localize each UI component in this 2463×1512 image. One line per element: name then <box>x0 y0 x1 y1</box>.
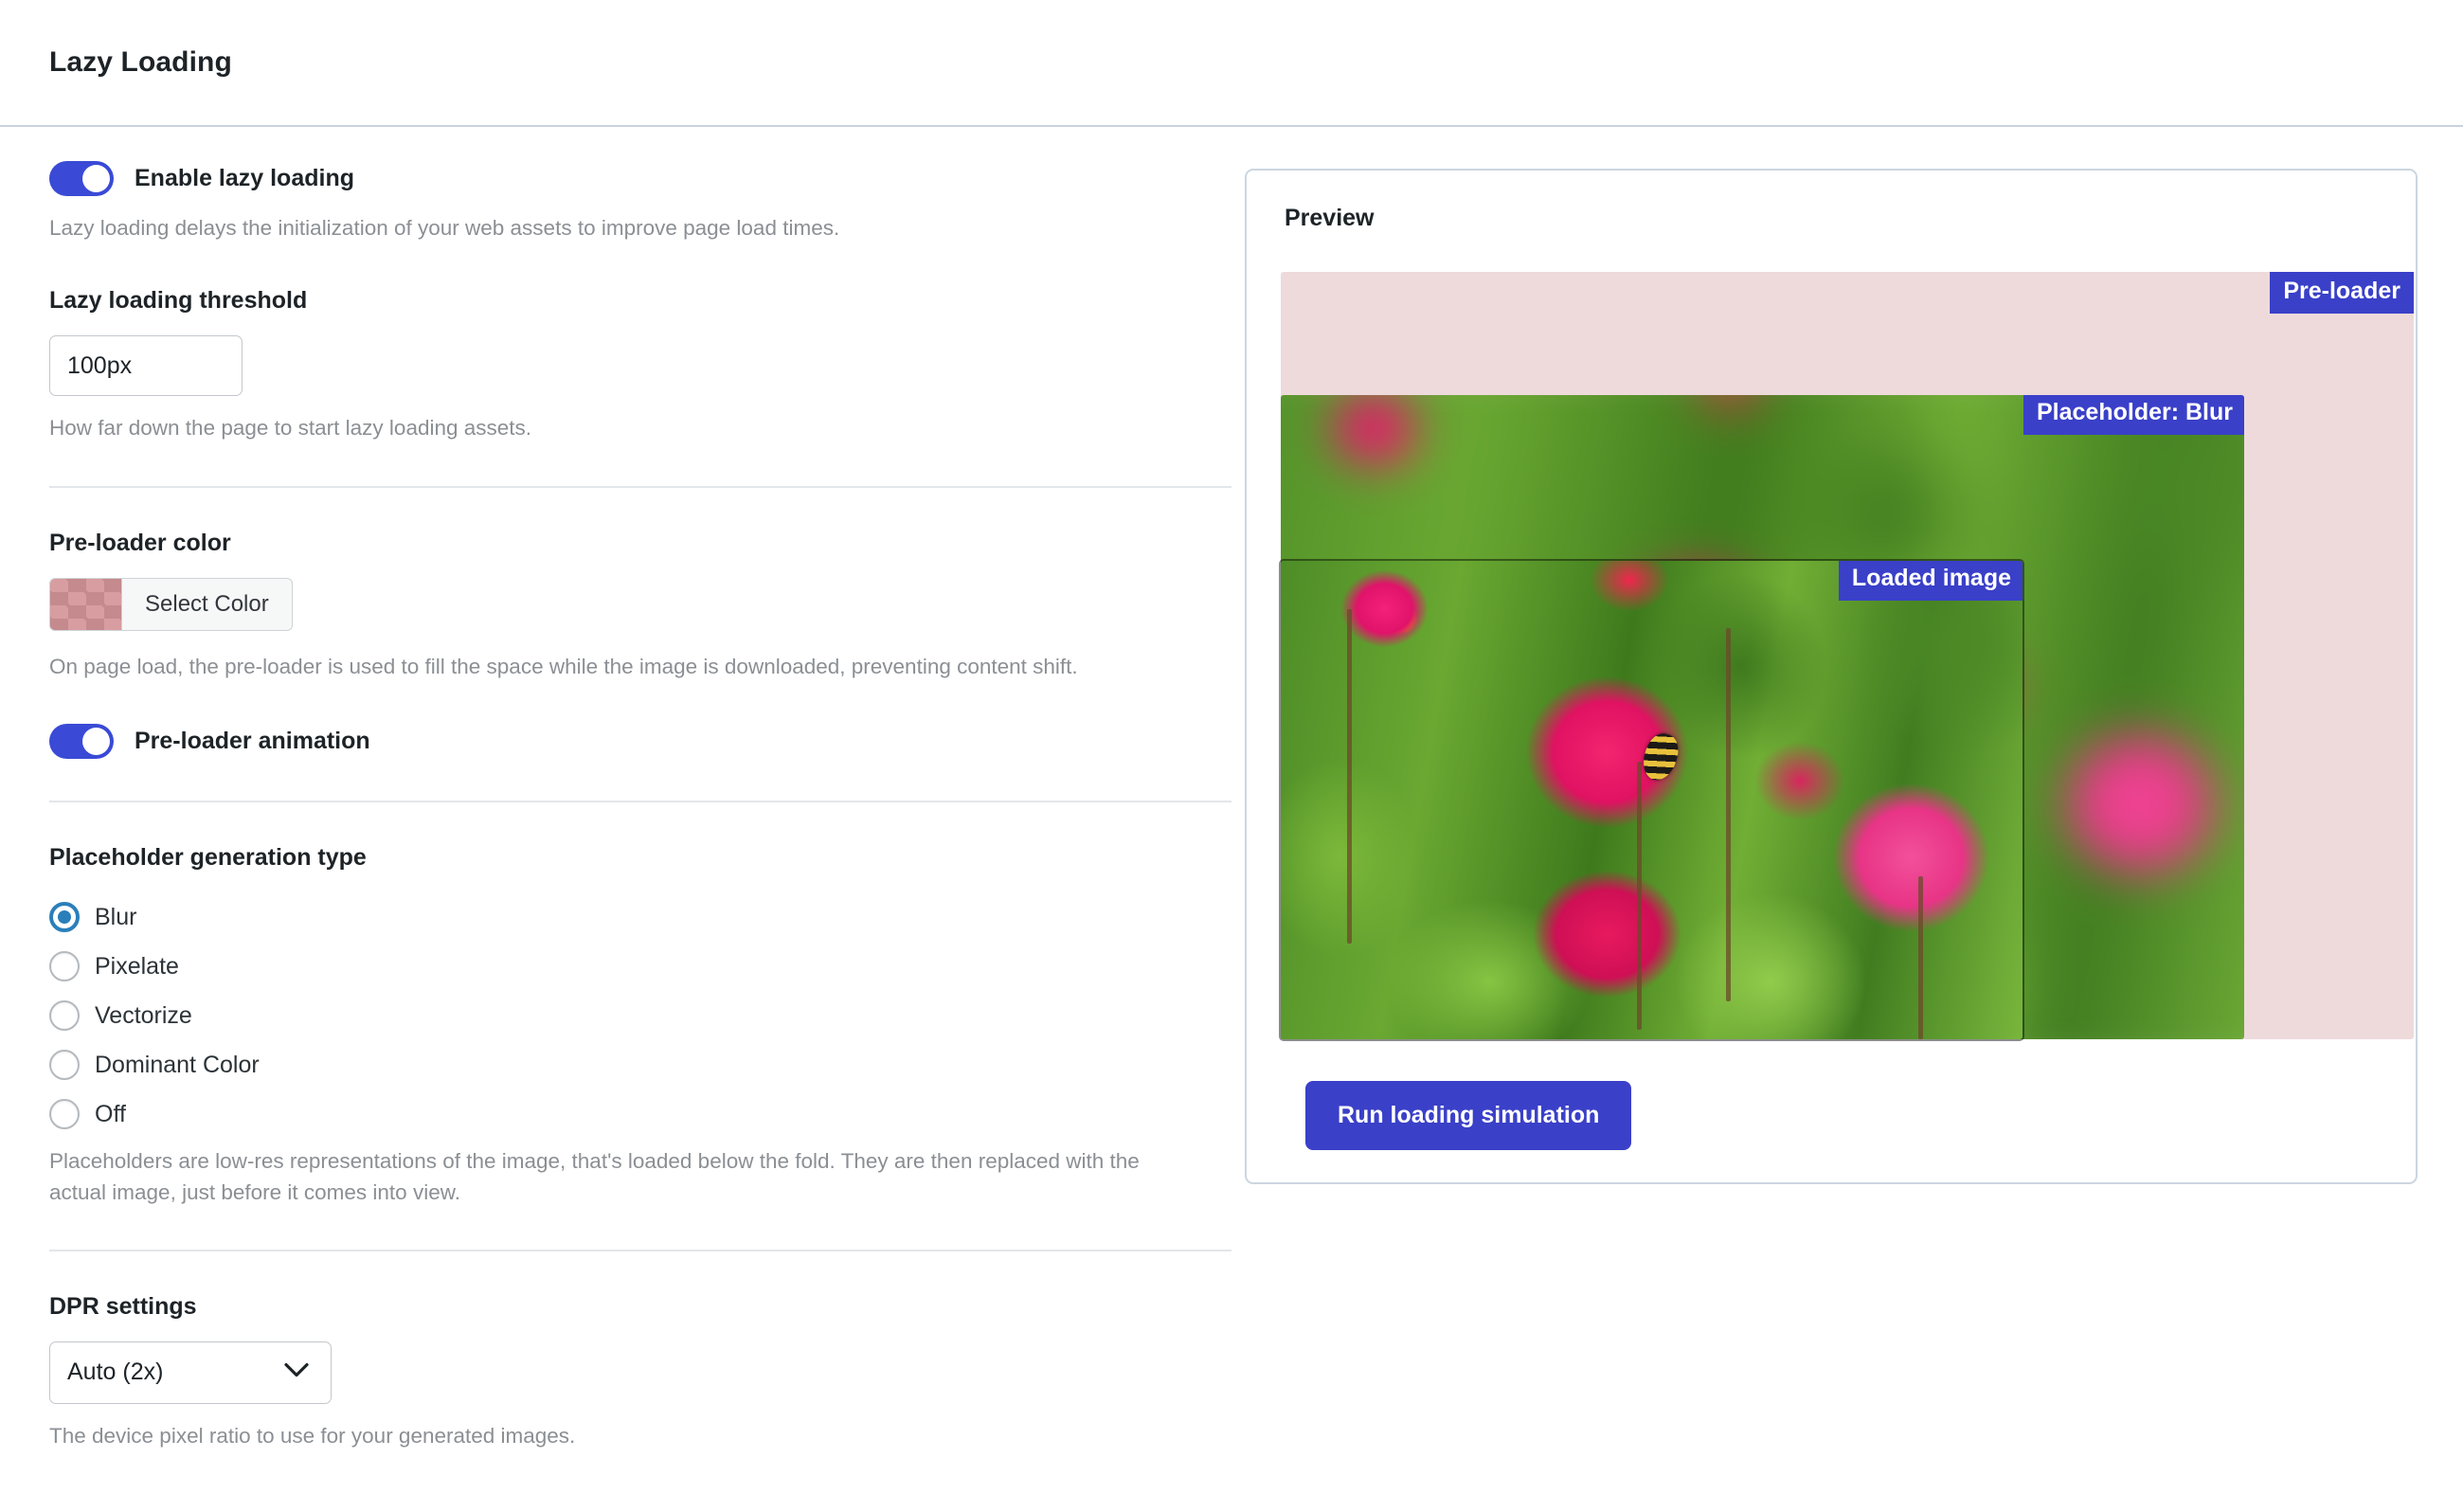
radio-label-blur: Blur <box>95 903 137 930</box>
radio-icon[interactable] <box>49 1099 80 1130</box>
divider-1 <box>49 485 1232 488</box>
preloader-color-label: Pre-loader color <box>49 529 231 556</box>
dpr-field: DPR settings Auto (2x) The device pixel … <box>49 1293 1177 1451</box>
enable-lazy-loading-toggle-row[interactable]: Enable lazy loading <box>49 161 1177 196</box>
run-loading-simulation-button[interactable]: Run loading simulation <box>1305 1081 1632 1150</box>
radio-icon[interactable] <box>49 1050 80 1081</box>
settings-column: Enable lazy loading Lazy loading delays … <box>49 161 1233 1451</box>
threshold-field: Lazy loading threshold How far down the … <box>49 287 1177 443</box>
toggle-knob-icon <box>82 165 110 192</box>
dpr-label: DPR settings <box>49 1292 197 1320</box>
select-color-button[interactable]: Select Color <box>49 577 293 631</box>
page-header: Lazy Loading <box>0 0 2463 127</box>
radio-label-vectorize: Vectorize <box>95 1001 192 1029</box>
select-color-button-label: Select Color <box>145 590 269 617</box>
preview-column: Preview Pre-loader Placeholder: Blur Loa… <box>1233 161 2425 1184</box>
threshold-label: Lazy loading threshold <box>49 287 308 315</box>
page-title: Lazy Loading <box>49 46 232 78</box>
toggle-knob-icon <box>82 728 110 756</box>
placeholder-type-help: Placeholders are low-res representations… <box>49 1149 1140 1204</box>
placeholder-tag: Placeholder: Blur <box>2023 395 2244 435</box>
dpr-select[interactable]: Auto (2x) <box>49 1341 332 1404</box>
radio-option-dominant-color[interactable]: Dominant Color <box>49 1040 1177 1089</box>
enable-lazy-loading-toggle[interactable] <box>49 161 114 196</box>
preloader-animation-label: Pre-loader animation <box>135 728 370 755</box>
radio-icon-selected[interactable] <box>49 902 80 933</box>
flower-stem <box>1636 762 1642 1030</box>
dpr-select-value: Auto (2x) <box>67 1359 164 1386</box>
radio-label-pixelate: Pixelate <box>95 952 179 980</box>
color-swatch-icon <box>50 578 122 630</box>
preloader-animation-toggle[interactable] <box>49 724 114 760</box>
radio-option-off[interactable]: Off <box>49 1089 1177 1139</box>
placeholder-type-radio-group: Blur Pixelate Vectorize Dominant Color O… <box>49 892 1177 1139</box>
flower-stem <box>1918 876 1924 1039</box>
bee-icon <box>1637 729 1683 784</box>
preview-stage: Pre-loader Placeholder: Blur Loaded imag… <box>1281 272 2414 1039</box>
radio-option-vectorize[interactable]: Vectorize <box>49 991 1177 1040</box>
preview-title: Preview <box>1285 205 1375 231</box>
divider-2 <box>49 801 1232 803</box>
preloader-color-help: On page load, the pre-loader is used to … <box>49 654 1078 678</box>
enable-lazy-loading-help: Lazy loading delays the initialization o… <box>49 216 840 240</box>
placeholder-type-label: Placeholder generation type <box>49 844 367 872</box>
radio-option-blur[interactable]: Blur <box>49 892 1177 942</box>
settings-body: Enable lazy loading Lazy loading delays … <box>0 127 2463 1451</box>
radio-label-dominant-color: Dominant Color <box>95 1051 260 1078</box>
enable-lazy-loading-label: Enable lazy loading <box>135 165 354 191</box>
loaded-image <box>1281 561 2023 1039</box>
placeholder-type-field: Placeholder generation type Blur Pixelat… <box>49 844 1177 1208</box>
radio-option-pixelate[interactable]: Pixelate <box>49 942 1177 991</box>
threshold-help: How far down the page to start lazy load… <box>49 416 532 441</box>
dpr-help: The device pixel ratio to use for your g… <box>49 1423 576 1448</box>
flower-stem <box>1347 608 1353 944</box>
loaded-image-tag: Loaded image <box>1838 561 2023 601</box>
preloader-color-field: Pre-loader color Select Color On page lo… <box>49 530 1177 682</box>
radio-icon[interactable] <box>49 951 80 982</box>
radio-icon[interactable] <box>49 1000 80 1032</box>
preloader-animation-toggle-row[interactable]: Pre-loader animation <box>49 724 1177 760</box>
dpr-select-wrapper[interactable]: Auto (2x) <box>49 1341 332 1404</box>
preview-layer-loaded-image: Loaded image <box>1281 561 2023 1039</box>
divider-3 <box>49 1249 1232 1251</box>
threshold-input[interactable] <box>49 335 243 397</box>
radio-label-off: Off <box>95 1100 126 1127</box>
flower-stem <box>1725 627 1731 1001</box>
preview-card: Preview Pre-loader Placeholder: Blur Loa… <box>1245 169 2418 1184</box>
preloader-tag: Pre-loader <box>2270 272 2414 314</box>
